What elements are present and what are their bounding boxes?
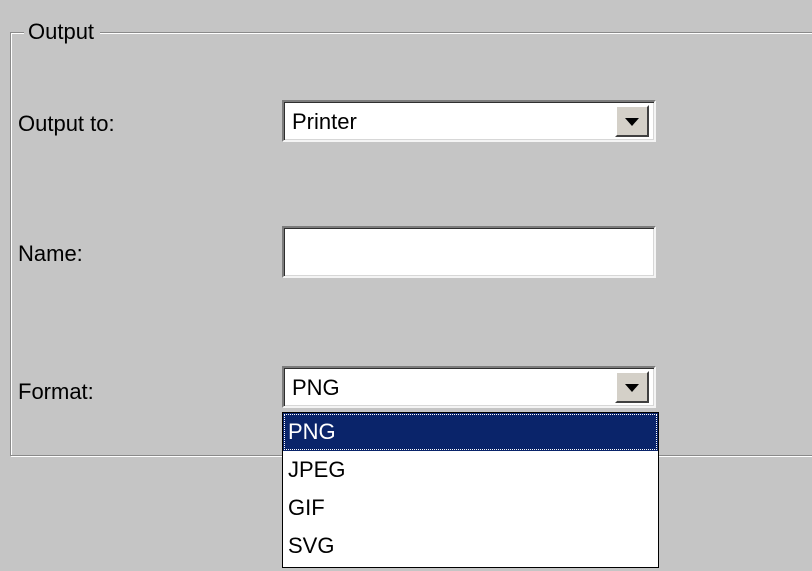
- output-to-value: Printer: [292, 109, 357, 134]
- output-to-select[interactable]: Printer: [282, 100, 656, 142]
- output-group-title: Output: [24, 18, 101, 46]
- format-dropdown-button[interactable]: [615, 371, 649, 403]
- name-label: Name:: [18, 241, 83, 266]
- format-dropdown-list: PNG JPEG GIF SVG: [282, 412, 659, 568]
- format-label: Format:: [18, 379, 94, 404]
- output-to-dropdown-button[interactable]: [615, 105, 649, 137]
- format-option-jpeg[interactable]: JPEG: [283, 451, 658, 489]
- format-select[interactable]: PNG: [282, 366, 656, 408]
- format-option-gif[interactable]: GIF: [283, 489, 658, 527]
- output-to-label: Output to:: [18, 111, 115, 136]
- name-input[interactable]: [282, 226, 656, 278]
- format-value: PNG: [292, 375, 340, 400]
- format-option-png[interactable]: PNG: [283, 413, 658, 451]
- format-option-svg[interactable]: SVG: [283, 527, 658, 565]
